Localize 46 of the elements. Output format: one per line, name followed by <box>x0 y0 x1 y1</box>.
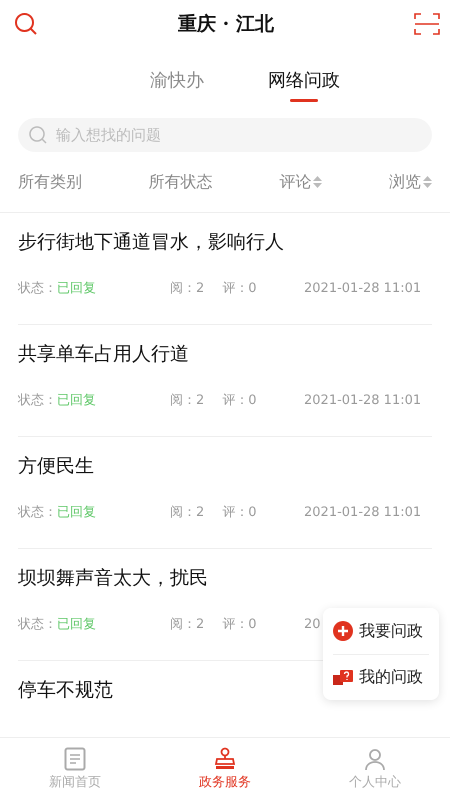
nav-tab[interactable]: 政务服务 <box>150 738 300 800</box>
tab[interactable]: 渝快办 <box>140 64 214 104</box>
issue-title[interactable]: 步行街地下通道冒水，影响行人 <box>18 229 432 255</box>
filter-dropdown[interactable]: 浏览 <box>388 172 432 192</box>
issue-title[interactable]: 方便民生 <box>18 453 432 479</box>
comment-count: 评：0 <box>222 504 257 521</box>
person-icon <box>363 747 387 771</box>
post-date: 2021-01-28 11:01 <box>304 504 422 520</box>
location-title: 重庆 · 江北 <box>178 12 274 37</box>
filter-dropdown[interactable]: 所有状态 <box>148 172 213 192</box>
view-count: 阅：2 <box>170 392 204 409</box>
status-label: 状态： <box>18 616 57 633</box>
search-field[interactable]: 输入想找的问题 <box>54 125 422 145</box>
sort-icon <box>313 176 322 188</box>
search-icon <box>28 125 48 145</box>
view-count: 阅：2 <box>170 504 204 521</box>
view-count: 阅：2 <box>170 616 204 633</box>
issue-title[interactable]: 坝坝舞声音太大，扰民 <box>18 565 432 591</box>
popup-menu-item[interactable]: 我的问政 <box>333 654 429 700</box>
scan-icon[interactable] <box>414 12 440 36</box>
status-text: 已回复 <box>57 280 96 297</box>
comment-count: 评：0 <box>222 280 257 297</box>
search-icon[interactable] <box>14 12 38 36</box>
status-label: 状态： <box>18 280 57 297</box>
popup-menu-item[interactable]: 我要问政 <box>333 608 429 654</box>
status-text: 已回复 <box>57 392 96 409</box>
plus-icon <box>333 621 353 641</box>
stamp-icon <box>213 747 237 771</box>
status-label: 状态： <box>18 392 57 409</box>
document-icon <box>64 747 86 771</box>
filter-dropdown[interactable]: 评论 <box>279 172 322 192</box>
tab[interactable]: 网络问政 <box>258 64 350 104</box>
post-date: 2021-01-28 11:01 <box>304 280 422 296</box>
sort-icon <box>422 176 432 188</box>
issue-title[interactable]: 共享单车占用人行道 <box>18 341 432 367</box>
post-date: 20 <box>304 616 321 632</box>
status-text: 已回复 <box>57 616 96 633</box>
comment-count: 评：0 <box>222 392 257 409</box>
filter-dropdown[interactable]: 所有类别 <box>18 172 82 192</box>
view-count: 阅：2 <box>170 280 204 297</box>
search-bar[interactable]: 输入想找的问题 <box>18 118 432 152</box>
status-text: 已回复 <box>57 504 96 521</box>
comment-count: 评：0 <box>222 616 257 633</box>
status-label: 状态： <box>18 504 57 521</box>
question-chat-icon <box>333 668 353 686</box>
post-date: 2021-01-28 11:01 <box>304 392 422 408</box>
